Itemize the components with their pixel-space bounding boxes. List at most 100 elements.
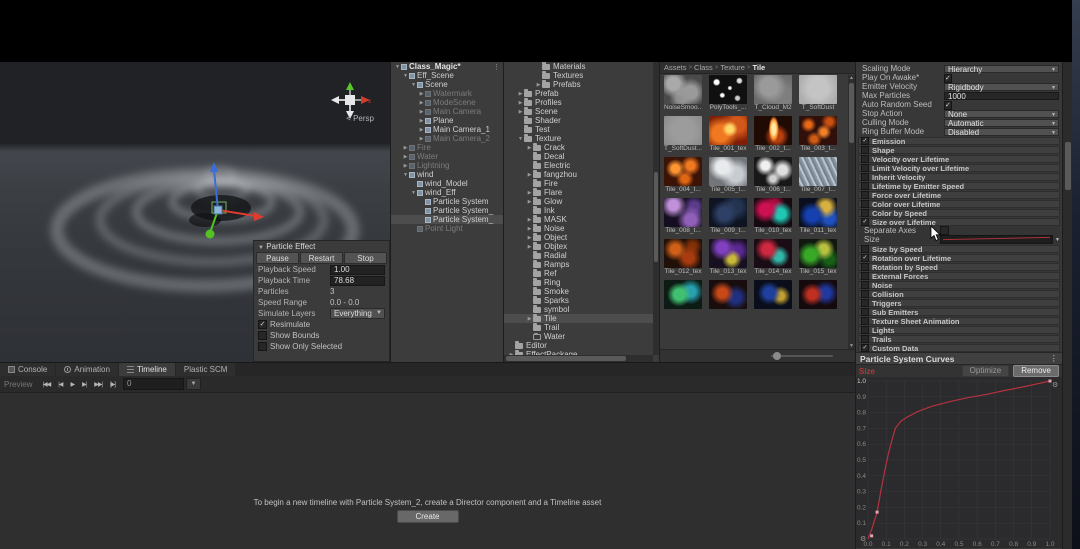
- asset-thumbnail[interactable]: [754, 116, 792, 145]
- module-checkbox[interactable]: [861, 317, 869, 325]
- asset-item[interactable]: Tile_003_t...: [799, 116, 837, 153]
- module-size-over-lifetime[interactable]: ✓Size over Lifetime: [858, 218, 1060, 226]
- asset-item[interactable]: [664, 280, 702, 317]
- skip-end-button[interactable]: ▶▶|: [90, 379, 106, 390]
- property-dropdown[interactable]: Automatic▼: [944, 119, 1059, 127]
- project-folder-sparks[interactable]: Sparks: [504, 296, 659, 305]
- play-range-button[interactable]: [▶]: [106, 379, 119, 390]
- asset-item[interactable]: Tile_002_t...: [754, 116, 792, 153]
- module-limit-velocity-over-lifetime[interactable]: Limit Velocity over Lifetime: [858, 164, 1060, 172]
- assets-vertical-scrollbar[interactable]: ▲ ▼: [848, 75, 855, 349]
- project-folder-prefab[interactable]: ▶Prefab: [504, 89, 659, 98]
- hierarchy-item-modescene[interactable]: ▶ModeScene: [391, 98, 503, 107]
- asset-item[interactable]: Tile_008_t...: [664, 198, 702, 235]
- project-folder-flare[interactable]: ▶Flare: [504, 188, 659, 197]
- scroll-up-icon[interactable]: ▲: [848, 75, 855, 81]
- persp-label[interactable]: < Persp: [346, 114, 374, 123]
- asset-item[interactable]: Tile_006_t...: [754, 157, 792, 194]
- hierarchy-item-particle-system[interactable]: Particle System: [391, 197, 503, 206]
- asset-thumbnail[interactable]: [754, 239, 792, 268]
- project-folder-ink[interactable]: Ink: [504, 206, 659, 215]
- module-trails[interactable]: Trails: [858, 335, 1060, 343]
- module-checkbox[interactable]: [861, 164, 869, 172]
- asset-thumbnail[interactable]: [799, 280, 837, 309]
- module-emission[interactable]: ✓Emission: [858, 137, 1060, 145]
- create-button[interactable]: Create: [396, 510, 458, 523]
- foldout-arrow-icon[interactable]: ▶: [402, 163, 409, 169]
- module-checkbox[interactable]: [861, 209, 869, 217]
- optimize-button[interactable]: Optimize: [962, 365, 1010, 377]
- toggle-row[interactable]: ✓Resimulate: [254, 319, 389, 330]
- module-checkbox[interactable]: [861, 155, 869, 163]
- module-checkbox[interactable]: ✓: [861, 254, 869, 262]
- asset-item[interactable]: Tile_011_tex: [799, 198, 837, 235]
- asset-thumbnail[interactable]: [799, 157, 837, 186]
- asset-item[interactable]: NoiseSmoo...: [664, 75, 702, 112]
- inspector-vertical-scrollbar[interactable]: [1062, 62, 1072, 549]
- asset-thumbnail[interactable]: [664, 157, 702, 186]
- asset-item[interactable]: Tile_010_tex: [754, 198, 792, 235]
- module-checkbox[interactable]: [861, 281, 869, 289]
- asset-item[interactable]: [799, 280, 837, 317]
- foldout-arrow-icon[interactable]: ▶: [526, 235, 533, 241]
- toggle-row[interactable]: Show Bounds: [254, 330, 389, 341]
- panel-menu-icon[interactable]: ⋮: [1050, 353, 1059, 364]
- foldout-arrow-icon[interactable]: ▼: [402, 172, 409, 178]
- asset-item[interactable]: [709, 280, 747, 317]
- module-checkbox[interactable]: [861, 245, 869, 253]
- project-folder-scene[interactable]: ▶Scene: [504, 107, 659, 116]
- hierarchy-item-watermark[interactable]: ▶Watermark: [391, 89, 503, 98]
- asset-thumbnail[interactable]: [754, 198, 792, 227]
- module-checkbox[interactable]: [861, 272, 869, 280]
- foldout-arrow-icon[interactable]: ▶: [526, 244, 533, 250]
- project-folder-objtex[interactable]: ▶Objtex: [504, 242, 659, 251]
- asset-thumbnail[interactable]: [664, 116, 702, 145]
- asset-thumbnail[interactable]: [709, 280, 747, 309]
- foldout-arrow-icon[interactable]: ▶: [517, 109, 524, 115]
- module-checkbox[interactable]: [861, 182, 869, 190]
- hierarchy-item-eff-scene[interactable]: ▼Eff_Scene: [391, 71, 503, 80]
- asset-item[interactable]: Tile_014_tex: [754, 239, 792, 276]
- asset-item[interactable]: PolyTools_...: [709, 75, 747, 112]
- hierarchy-item-main-camera[interactable]: ▶Main Camera: [391, 107, 503, 116]
- foldout-arrow-icon[interactable]: ▼: [410, 190, 417, 196]
- module-lifetime-by-emitter-speed[interactable]: Lifetime by Emitter Speed: [858, 182, 1060, 190]
- thumbnail-zoom-knob[interactable]: [773, 352, 781, 360]
- breadcrumb-segment[interactable]: Tile: [752, 63, 765, 72]
- checkbox[interactable]: ✓: [258, 320, 267, 329]
- foldout-arrow-icon[interactable]: ▼: [402, 73, 409, 79]
- project-folder-materials[interactable]: Materials: [504, 62, 659, 71]
- project-folder-radial[interactable]: Radial: [504, 251, 659, 260]
- breadcrumb-segment[interactable]: Assets: [664, 63, 687, 72]
- asset-item[interactable]: Tile_005_t...: [709, 157, 747, 194]
- module-checkbox[interactable]: [861, 335, 869, 343]
- asset-thumbnail[interactable]: [664, 280, 702, 309]
- step-back-button[interactable]: |◀: [54, 379, 66, 390]
- foldout-arrow-icon[interactable]: ▼: [517, 136, 524, 142]
- project-folder-symbol[interactable]: symbol: [504, 305, 659, 314]
- asset-item[interactable]: T_Cloud_M2: [754, 75, 792, 112]
- hierarchy-item-wind-model[interactable]: wind_Model: [391, 179, 503, 188]
- property-dropdown[interactable]: None▼: [944, 110, 1059, 118]
- restart-button[interactable]: Restart: [300, 252, 343, 264]
- simulate-layers-dropdown[interactable]: Everything▼: [330, 308, 385, 319]
- field-value[interactable]: 78.68: [330, 276, 385, 286]
- chevron-down-icon[interactable]: ▼: [1055, 237, 1060, 243]
- module-checkbox[interactable]: [861, 146, 869, 154]
- module-checkbox[interactable]: [861, 308, 869, 316]
- asset-thumbnail[interactable]: [799, 198, 837, 227]
- breadcrumb-segment[interactable]: Texture: [720, 63, 745, 72]
- foldout-arrow-icon[interactable]: ▶: [526, 172, 533, 178]
- foldout-arrow-icon[interactable]: ▶: [535, 82, 542, 88]
- module-color-over-lifetime[interactable]: Color over Lifetime: [858, 200, 1060, 208]
- asset-item[interactable]: T_SoftDust: [799, 75, 837, 112]
- module-triggers[interactable]: Triggers: [858, 299, 1060, 307]
- foldout-arrow-icon[interactable]: ▶: [418, 100, 425, 106]
- module-force-over-lifetime[interactable]: Force over Lifetime: [858, 191, 1060, 199]
- foldout-arrow-icon[interactable]: ▶: [526, 217, 533, 223]
- project-folder-electric[interactable]: Electric: [504, 161, 659, 170]
- project-folder-ramps[interactable]: Ramps: [504, 260, 659, 269]
- project-folder-tile[interactable]: ▶Tile: [504, 314, 659, 323]
- module-shape[interactable]: Shape: [858, 146, 1060, 154]
- property-field[interactable]: 1000: [944, 92, 1059, 100]
